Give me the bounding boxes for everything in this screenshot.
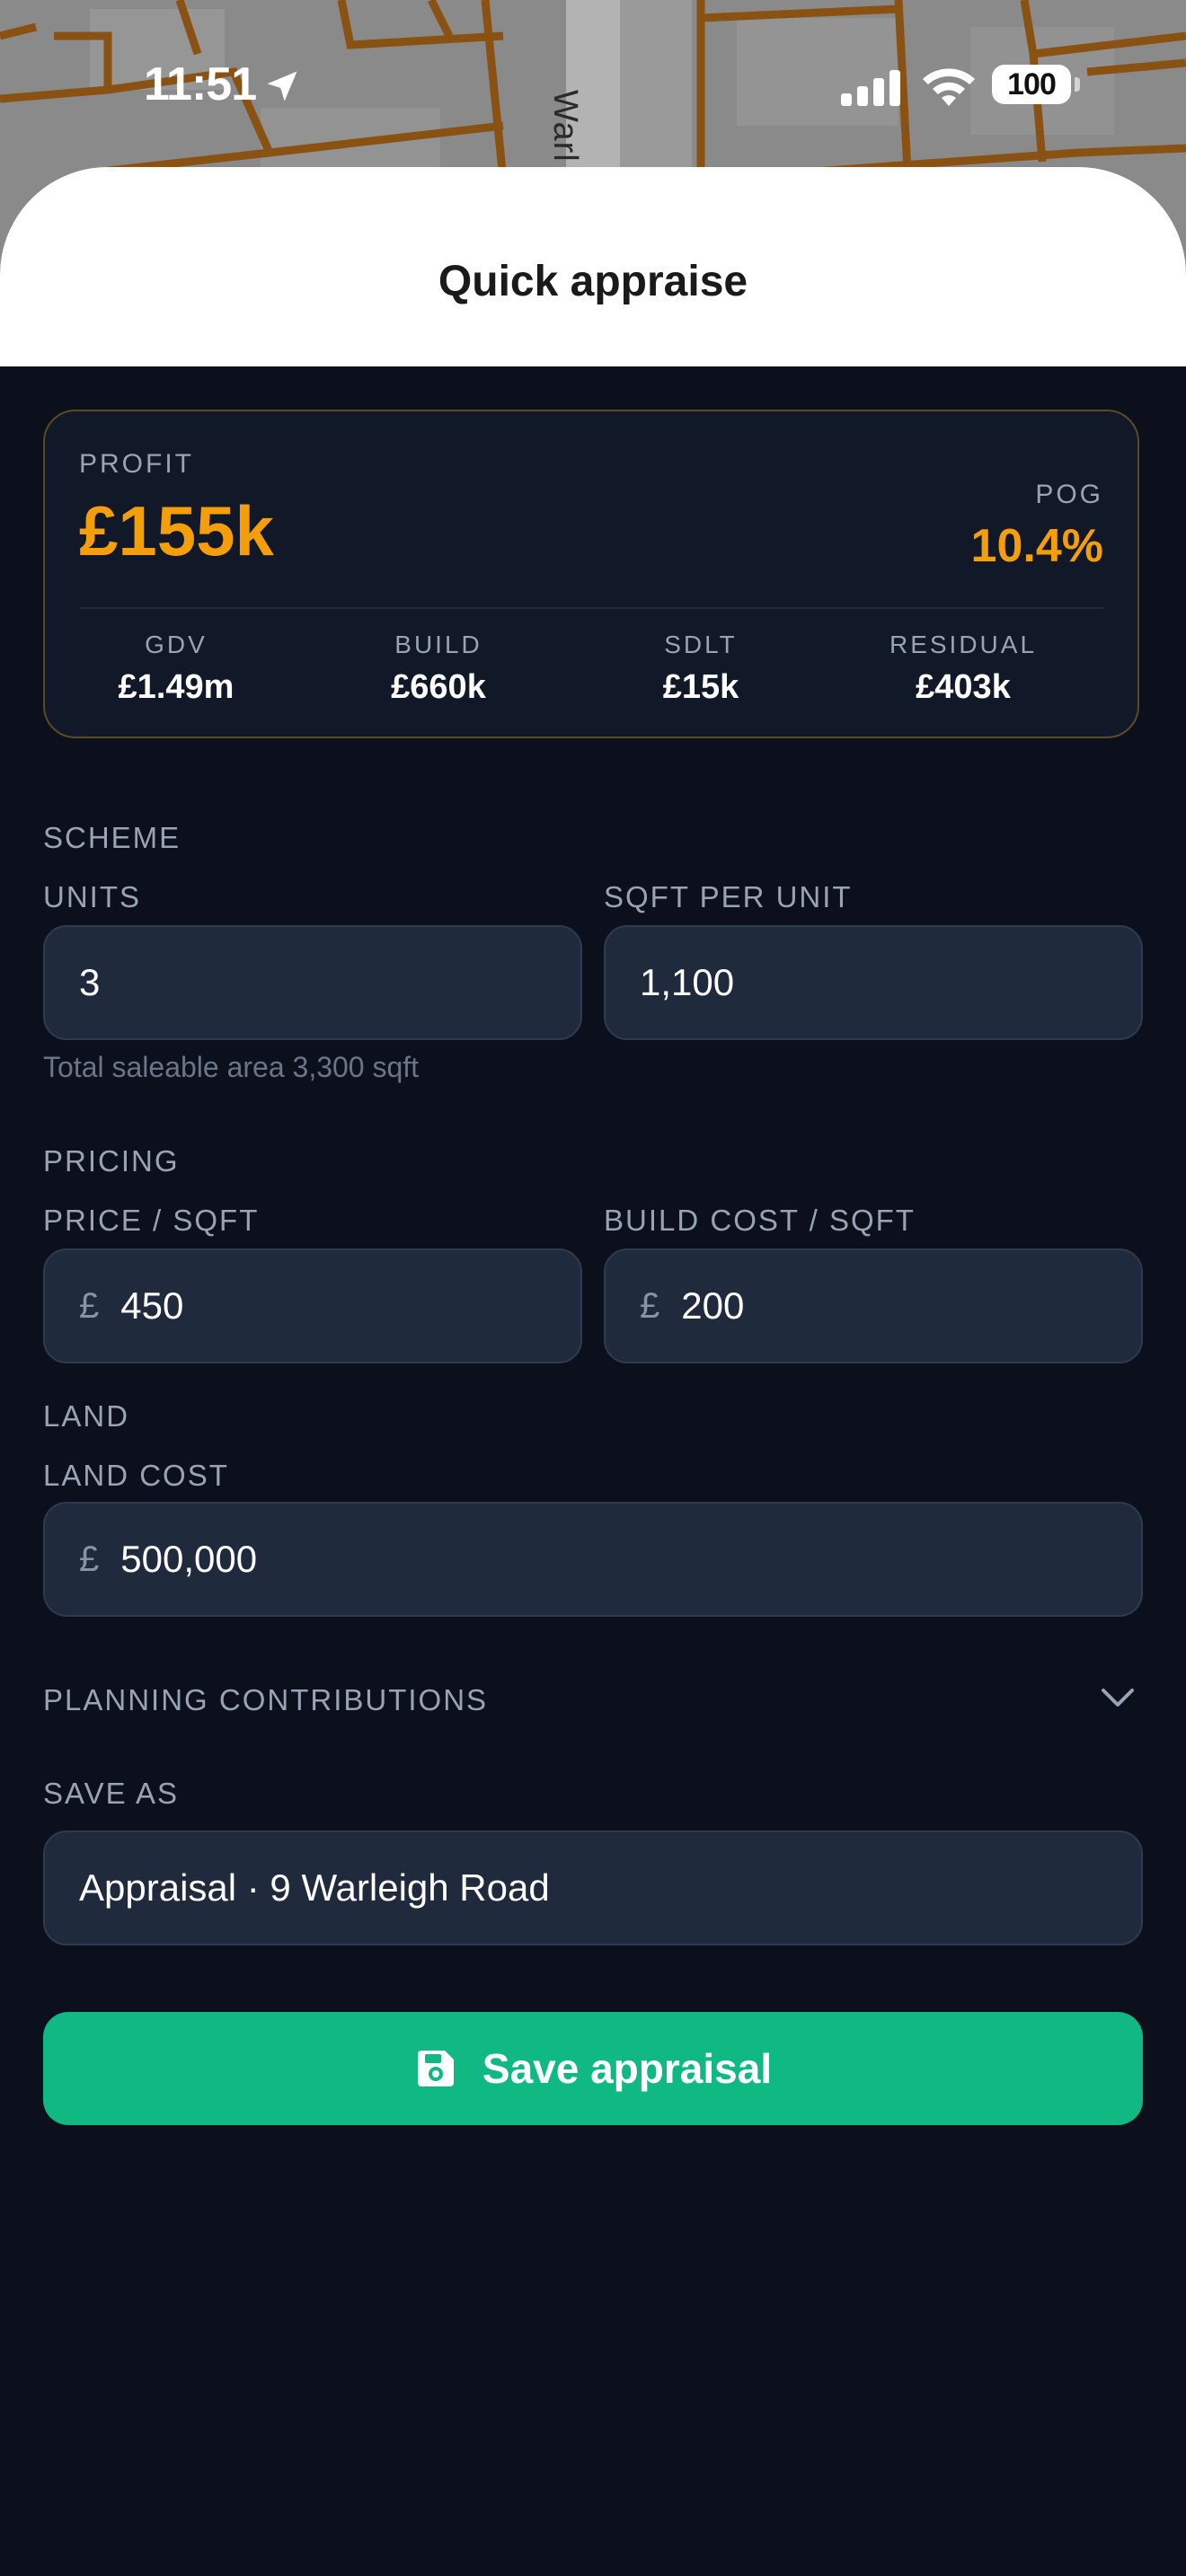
cellular-signal-icon <box>841 70 904 110</box>
metric-label: BUILD <box>394 631 482 658</box>
currency-symbol: £ <box>79 1285 100 1326</box>
pog-label: POG <box>1035 480 1103 509</box>
metric-build: BUILD £660k <box>307 631 570 707</box>
wifi-icon <box>920 65 978 112</box>
sheet-header: Quick appraise <box>0 167 1186 366</box>
section-scheme: SCHEME <box>43 821 181 854</box>
price-per-sqft-field[interactable]: £ <box>43 1248 582 1363</box>
metric-label: SDLT <box>664 631 738 658</box>
build-cost-label: BUILD COST / SQFT <box>604 1204 916 1237</box>
location-arrow-icon <box>262 66 302 110</box>
metric-value: £403k <box>916 668 1011 706</box>
metric-label: RESIDUAL <box>889 631 1038 658</box>
land-cost-label: LAND COST <box>43 1459 229 1492</box>
battery-nub <box>1075 77 1080 92</box>
saleable-area-hint: Total saleable area 3,300 sqft <box>43 1051 420 1083</box>
profit-label: PROFIT <box>79 449 194 479</box>
status-time: 11:51 <box>144 58 257 110</box>
battery-indicator: 100 <box>992 65 1071 104</box>
build-cost-field[interactable]: £ <box>604 1248 1143 1363</box>
sqft-per-unit-input[interactable] <box>640 961 1141 1004</box>
section-land: LAND <box>43 1399 130 1433</box>
map-road-label: Warl <box>546 90 584 163</box>
metric-value: £15k <box>662 668 739 706</box>
pog-value: 10.4% <box>970 520 1103 572</box>
section-planning: PLANNING CONTRIBUTIONS <box>43 1683 489 1716</box>
profit-value: £155k <box>79 491 274 570</box>
save-as-field[interactable] <box>43 1831 1143 1945</box>
summary-divider <box>79 607 1103 609</box>
currency-symbol: £ <box>640 1285 660 1326</box>
save-appraisal-button[interactable]: Save appraisal <box>43 2012 1143 2125</box>
page-title: Quick appraise <box>438 258 748 305</box>
units-field[interactable] <box>43 925 582 1040</box>
land-cost-field[interactable]: £ <box>43 1502 1143 1617</box>
price-per-sqft-input[interactable] <box>120 1284 580 1328</box>
metric-gdv: GDV £1.49m <box>45 631 307 707</box>
metric-value: £1.49m <box>118 668 235 706</box>
save-as-input[interactable] <box>79 1866 1141 1910</box>
sqft-per-unit-label: SQFT PER UNIT <box>604 880 853 913</box>
section-pricing: PRICING <box>43 1144 180 1178</box>
price-per-sqft-label: PRICE / SQFT <box>43 1204 260 1237</box>
planning-contributions-toggle[interactable]: PLANNING CONTRIBUTIONS <box>43 1678 1141 1726</box>
save-appraisal-label: Save appraisal <box>482 2045 773 2092</box>
metric-value: £660k <box>391 668 486 706</box>
metric-residual: RESIDUAL £403k <box>832 631 1094 707</box>
chevron-down-icon <box>1100 1685 1136 1715</box>
floppy-disk-icon <box>417 2051 454 2086</box>
units-label: UNITS <box>43 880 141 913</box>
summary-card: PROFIT £155k POG 10.4% GDV £1.49m BUILD … <box>43 410 1139 738</box>
build-cost-input[interactable] <box>681 1284 1141 1328</box>
sqft-per-unit-field[interactable] <box>604 925 1143 1040</box>
land-cost-input[interactable] <box>120 1538 1141 1581</box>
units-input[interactable] <box>79 961 580 1004</box>
metric-sdlt: SDLT £15k <box>570 631 832 707</box>
save-as-label: SAVE AS <box>43 1777 179 1810</box>
metric-label: GDV <box>145 631 208 658</box>
currency-symbol: £ <box>79 1539 100 1579</box>
